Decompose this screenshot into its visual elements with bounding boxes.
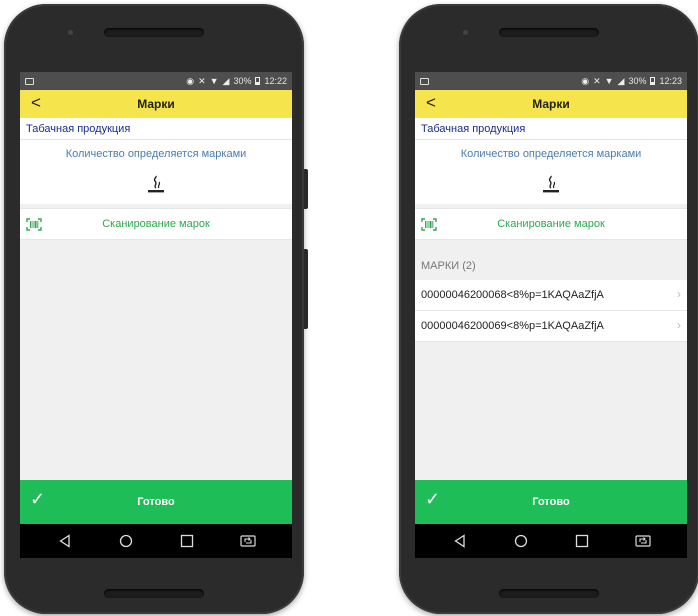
section-title: Табачная продукция [20, 118, 292, 140]
clock: 12:23 [659, 76, 682, 86]
done-button[interactable]: ✓ Готово [415, 480, 687, 524]
cigarette-smoke-icon [415, 168, 687, 204]
stage: ◉ ✕ ▼ ◢ 30% 12:22 < Марки Табачная проду… [0, 0, 698, 616]
volume-button [304, 249, 308, 329]
barcode-scan-icon [26, 218, 42, 236]
bottom-speaker [104, 589, 204, 598]
scan-marks-label: Сканирование марок [497, 218, 605, 230]
image-notification-icon [25, 77, 34, 85]
quantity-text: Количество определяется марками [65, 148, 247, 160]
front-camera [463, 30, 468, 35]
front-camera [68, 30, 73, 35]
quantity-text: Количество определяется марками [460, 148, 642, 160]
screen: ◉ ✕ ▼ ◢ 30% 12:22 < Марки Табачная проду… [20, 72, 292, 558]
back-button[interactable]: < [28, 93, 44, 113]
system-nav-bar [20, 524, 292, 558]
recents-square-icon[interactable] [172, 531, 202, 551]
check-icon: ✓ [30, 489, 46, 509]
back-button[interactable]: < [423, 93, 439, 113]
scan-marks-label: Сканирование марок [102, 218, 210, 230]
mute-icon: ✕ [198, 75, 206, 86]
back-triangle-icon[interactable] [50, 531, 80, 551]
alarm-icon: ◉ [581, 75, 590, 86]
screen-rotate-icon[interactable] [628, 531, 658, 551]
scan-marks-button[interactable]: Сканирование марок [415, 208, 687, 240]
phone-left: ◉ ✕ ▼ ◢ 30% 12:22 < Марки Табачная проду… [4, 4, 308, 614]
phone-right: ◉ ✕ ▼ ◢ 30% 12:23 < Марки Табачная проду… [399, 4, 698, 614]
mark-code: 00000046200069<8%p=1KAQAaZfjA [421, 320, 604, 332]
check-icon: ✓ [425, 489, 441, 509]
clock: 12:22 [264, 76, 287, 86]
status-bar: ◉ ✕ ▼ ◢ 30% 12:23 [415, 72, 687, 90]
bottom-speaker [499, 589, 599, 598]
cigarette-smoke-icon [20, 168, 292, 204]
battery-icon [255, 77, 261, 85]
list-item[interactable]: 00000046200069<8%p=1KAQAaZfjA › [415, 311, 687, 342]
page-title: Марки [137, 97, 175, 111]
done-label: Готово [137, 496, 175, 508]
marks-header: МАРКИ (2) [421, 260, 476, 272]
earpiece-speaker [499, 28, 599, 37]
power-button [304, 169, 308, 209]
app-bar: < Марки [415, 90, 687, 118]
recents-square-icon[interactable] [567, 531, 597, 551]
image-notification-icon [420, 77, 429, 85]
wifi-icon: ▼ [604, 76, 614, 86]
chevron-right-icon: › [677, 318, 681, 332]
system-nav-bar [415, 524, 687, 558]
home-circle-icon[interactable] [111, 531, 141, 551]
page-title: Марки [532, 97, 570, 111]
barcode-scan-icon [421, 218, 437, 236]
wifi-icon: ▼ [209, 76, 219, 86]
chevron-right-icon: › [677, 287, 681, 301]
mark-code: 00000046200068<8%p=1KAQAaZfjA [421, 289, 604, 301]
status-bar: ◉ ✕ ▼ ◢ 30% 12:22 [20, 72, 292, 90]
battery-icon [650, 77, 656, 85]
battery-percent: 30% [233, 76, 252, 86]
screen-rotate-icon[interactable] [233, 531, 263, 551]
earpiece-speaker [104, 28, 204, 37]
done-label: Готово [532, 496, 570, 508]
signal-icon: ◢ [617, 75, 625, 86]
quantity-info: Количество определяется марками [415, 140, 687, 204]
app-bar: < Марки [20, 90, 292, 118]
battery-percent: 30% [628, 76, 647, 86]
quantity-info: Количество определяется марками [20, 140, 292, 204]
mute-icon: ✕ [593, 75, 601, 86]
list-item[interactable]: 00000046200068<8%p=1KAQAaZfjA › [415, 280, 687, 311]
section-title: Табачная продукция [415, 118, 687, 140]
done-button[interactable]: ✓ Готово [20, 480, 292, 524]
scan-marks-button[interactable]: Сканирование марок [20, 208, 292, 240]
alarm-icon: ◉ [186, 75, 195, 86]
back-triangle-icon[interactable] [445, 531, 475, 551]
signal-icon: ◢ [222, 75, 230, 86]
home-circle-icon[interactable] [506, 531, 536, 551]
screen: ◉ ✕ ▼ ◢ 30% 12:23 < Марки Табачная проду… [415, 72, 687, 558]
